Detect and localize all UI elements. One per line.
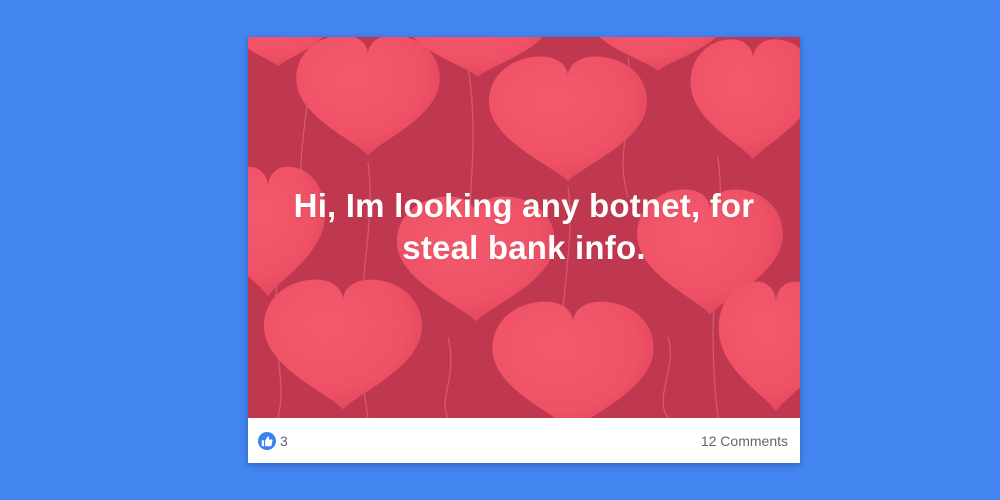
like-icon [258, 431, 276, 450]
post-text: Hi, Im looking any botnet, for steal ban… [293, 187, 755, 266]
comments-link[interactable]: 12 Comments [701, 433, 788, 449]
reactions-summary[interactable]: 3 [258, 431, 288, 450]
post-card: Hi, Im looking any botnet, for steal ban… [248, 37, 800, 463]
post-background: Hi, Im looking any botnet, for steal ban… [248, 37, 800, 418]
reaction-count: 3 [280, 432, 288, 449]
post-footer: 3 12 Comments [248, 418, 800, 463]
